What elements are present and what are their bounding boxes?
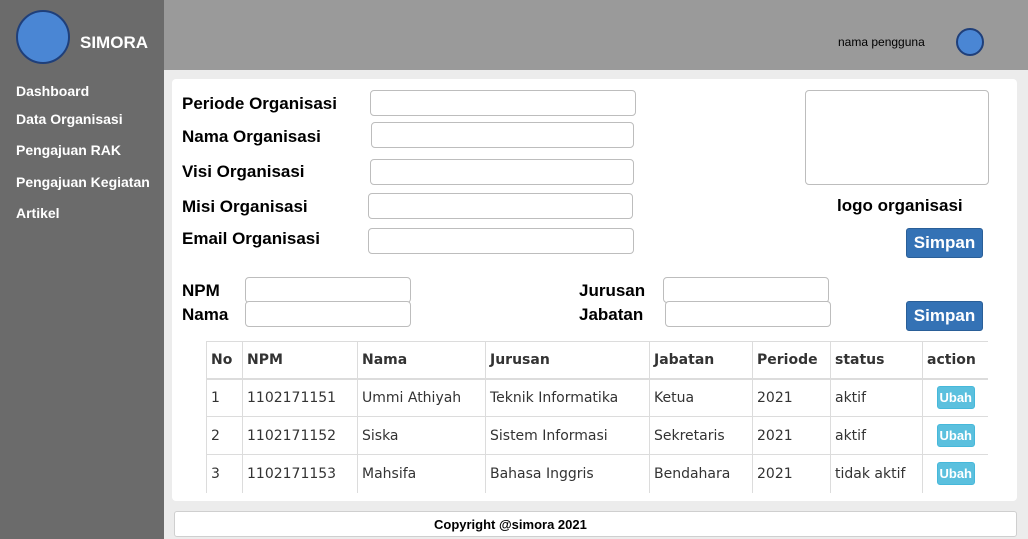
nama-organisasi-label: Nama Organisasi (182, 127, 321, 146)
sidebar: SIMORA Dashboard Data Organisasi Pengaju… (0, 0, 164, 539)
table-cell: 2021 (752, 378, 831, 417)
nama-input[interactable] (245, 301, 411, 327)
footer: Copyright @simora 2021 (174, 511, 1017, 537)
visi-input[interactable] (370, 159, 634, 185)
table-row: 3 1102171153 Mahsifa Bahasa Inggris Bend… (206, 454, 988, 493)
edit-button[interactable]: Ubah (936, 424, 975, 447)
table-cell: 1102171152 (242, 416, 358, 455)
table-cell: Bendahara (649, 454, 753, 493)
table-header-row: No NPM Nama Jurusan Jabatan Periode stat… (206, 341, 988, 380)
npm-label: NPM (182, 281, 220, 300)
jabatan-label: Jabatan (579, 305, 644, 324)
save-anggota-button[interactable]: Simpan (906, 301, 983, 331)
periode-input[interactable] (370, 90, 636, 116)
user-avatar-icon[interactable] (956, 28, 984, 56)
logo-upload-box[interactable] (805, 90, 989, 185)
username[interactable]: nama pengguna (838, 35, 925, 49)
table-row: 2 1102171152 Siska Sistem Informasi Sekr… (206, 416, 988, 455)
column-header: Jurusan (485, 341, 650, 380)
members-table-wrapper: No NPM Nama Jurusan Jabatan Periode stat… (206, 341, 988, 494)
npm-input[interactable] (245, 277, 411, 303)
brand-logo-icon (16, 10, 70, 64)
sidebar-item-dashboard[interactable]: Dashboard (16, 83, 89, 99)
save-organisasi-button[interactable]: Simpan (906, 228, 983, 258)
column-header: NPM (242, 341, 358, 380)
jabatan-input[interactable] (665, 301, 831, 327)
table-cell: Siska (357, 416, 486, 455)
jurusan-label: Jurusan (579, 281, 646, 300)
table-cell: Sistem Informasi (485, 416, 650, 455)
table-cell: 1102171151 (242, 378, 358, 417)
sidebar-item-data-organisasi[interactable]: Data Organisasi (16, 111, 123, 127)
table-cell: tidak aktif (830, 454, 923, 493)
table-cell: 1 (206, 378, 243, 417)
brand-name: SIMORA (80, 33, 148, 52)
members-table: No NPM Nama Jurusan Jabatan Periode stat… (206, 341, 988, 493)
periode-label: Periode Organisasi (182, 94, 337, 113)
nama-organisasi-input[interactable] (371, 122, 634, 148)
misi-label: Misi Organisasi (182, 197, 308, 216)
action-cell: Ubah (922, 416, 988, 455)
table-cell: Ummi Athiyah (357, 378, 486, 417)
table-cell: 1102171153 (242, 454, 358, 493)
column-header: Jabatan (649, 341, 753, 380)
column-header: Nama (357, 341, 486, 380)
table-cell: Teknik Informatika (485, 378, 650, 417)
sidebar-item-pengajuan-rak[interactable]: Pengajuan RAK (16, 142, 121, 158)
column-header: Periode (752, 341, 831, 380)
logo-label: logo organisasi (837, 196, 963, 215)
email-label: Email Organisasi (182, 229, 320, 248)
column-header: action (922, 341, 988, 380)
visi-label: Visi Organisasi (182, 162, 305, 181)
table-cell: aktif (830, 378, 923, 417)
misi-input[interactable] (368, 193, 633, 219)
sidebar-item-artikel[interactable]: Artikel (16, 205, 60, 221)
table-cell: 2021 (752, 454, 831, 493)
jurusan-input[interactable] (663, 277, 829, 303)
table-cell: Sekretaris (649, 416, 753, 455)
column-header: No (206, 341, 243, 380)
sidebar-item-pengajuan-kegiatan[interactable]: Pengajuan Kegiatan (16, 174, 150, 190)
action-cell: Ubah (922, 378, 988, 417)
table-cell: aktif (830, 416, 923, 455)
edit-button[interactable]: Ubah (936, 386, 975, 410)
edit-button[interactable]: Ubah (936, 462, 975, 486)
table-cell: 2021 (752, 416, 831, 455)
table-row: 1 1102171151 Ummi Athiyah Teknik Informa… (206, 378, 988, 417)
table-cell: 2 (206, 416, 243, 455)
email-input[interactable] (368, 228, 634, 254)
action-cell: Ubah (922, 454, 988, 493)
nama-label: Nama (182, 305, 229, 324)
table-cell: Mahsifa (357, 454, 486, 493)
table-cell: Bahasa Inggris (485, 454, 650, 493)
copyright-text: Copyright @simora 2021 (434, 517, 587, 532)
table-cell: Ketua (649, 378, 753, 417)
table-cell: 3 (206, 454, 243, 493)
column-header: status (830, 341, 923, 380)
